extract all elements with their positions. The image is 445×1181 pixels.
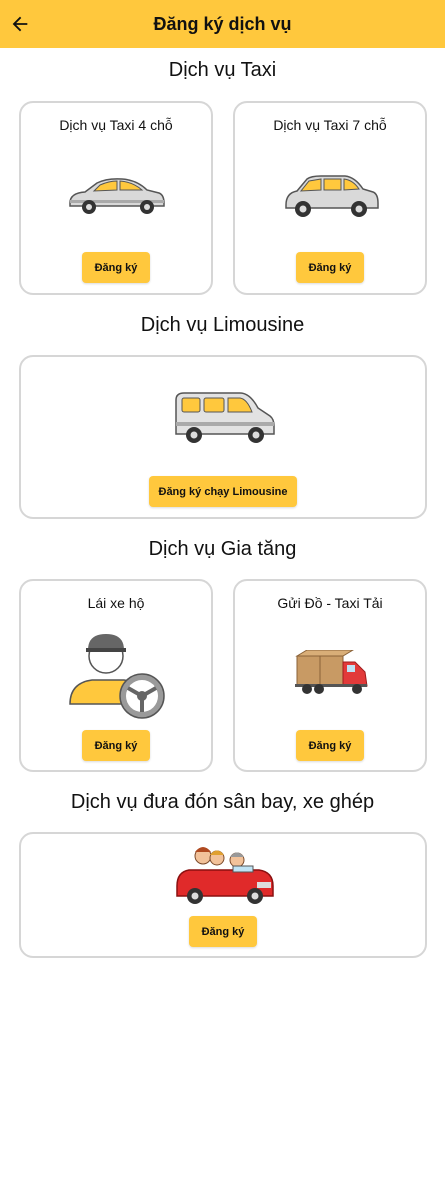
register-airport-button[interactable]: Đăng ký xyxy=(189,916,257,947)
register-limousine-button[interactable]: Đăng ký chạy Limousine xyxy=(149,476,297,507)
cargo-truck-icon xyxy=(295,650,368,694)
back-button[interactable] xyxy=(4,8,36,40)
section-title-airport: Dịch vụ đưa đón sân bay, xe ghép xyxy=(70,791,375,813)
register-button[interactable]: Đăng ký xyxy=(296,730,364,761)
driver-icon xyxy=(69,634,165,719)
app-bar: Đăng ký dịch vụ xyxy=(0,0,445,48)
page-title: Đăng ký dịch vụ xyxy=(153,13,292,34)
card-cargo-service[interactable]: Gửi Đồ - Taxi Tải Đăng ký xyxy=(233,579,427,772)
limousine-van-icon xyxy=(175,392,275,443)
card-label: Gửi Đồ - Taxi Tải xyxy=(277,595,383,611)
card-driver-service[interactable]: Lái xe hộ Đăng ký xyxy=(19,579,213,772)
taxi-suv-icon xyxy=(285,175,379,217)
card-taxi-4[interactable]: Dịch vụ Taxi 4 chỗ Đăng ký xyxy=(19,101,213,295)
card-label: Lái xe hộ xyxy=(87,595,145,611)
section-title-limousine: Dịch vụ Limousine xyxy=(140,314,305,336)
register-button[interactable]: Đăng ký xyxy=(82,252,150,283)
card-label: Dịch vụ Taxi 7 chỗ xyxy=(273,117,387,133)
card-airport[interactable]: Đăng ký xyxy=(19,832,427,958)
register-button[interactable]: Đăng ký xyxy=(296,252,364,283)
card-label: Dịch vụ Taxi 4 chỗ xyxy=(59,117,173,133)
shared-ride-car-icon xyxy=(176,847,274,904)
section-title-taxi: Dịch vụ Taxi xyxy=(168,59,277,81)
register-button[interactable]: Đăng ký xyxy=(82,730,150,761)
taxi-sedan-icon xyxy=(69,178,165,214)
arrow-left-icon xyxy=(12,16,28,32)
card-taxi-7[interactable]: Dịch vụ Taxi 7 chỗ Đăng ký xyxy=(233,101,427,295)
card-limousine[interactable]: Đăng ký chạy Limousine xyxy=(19,355,427,519)
section-title-added-services: Dịch vụ Gia tăng xyxy=(148,538,297,560)
